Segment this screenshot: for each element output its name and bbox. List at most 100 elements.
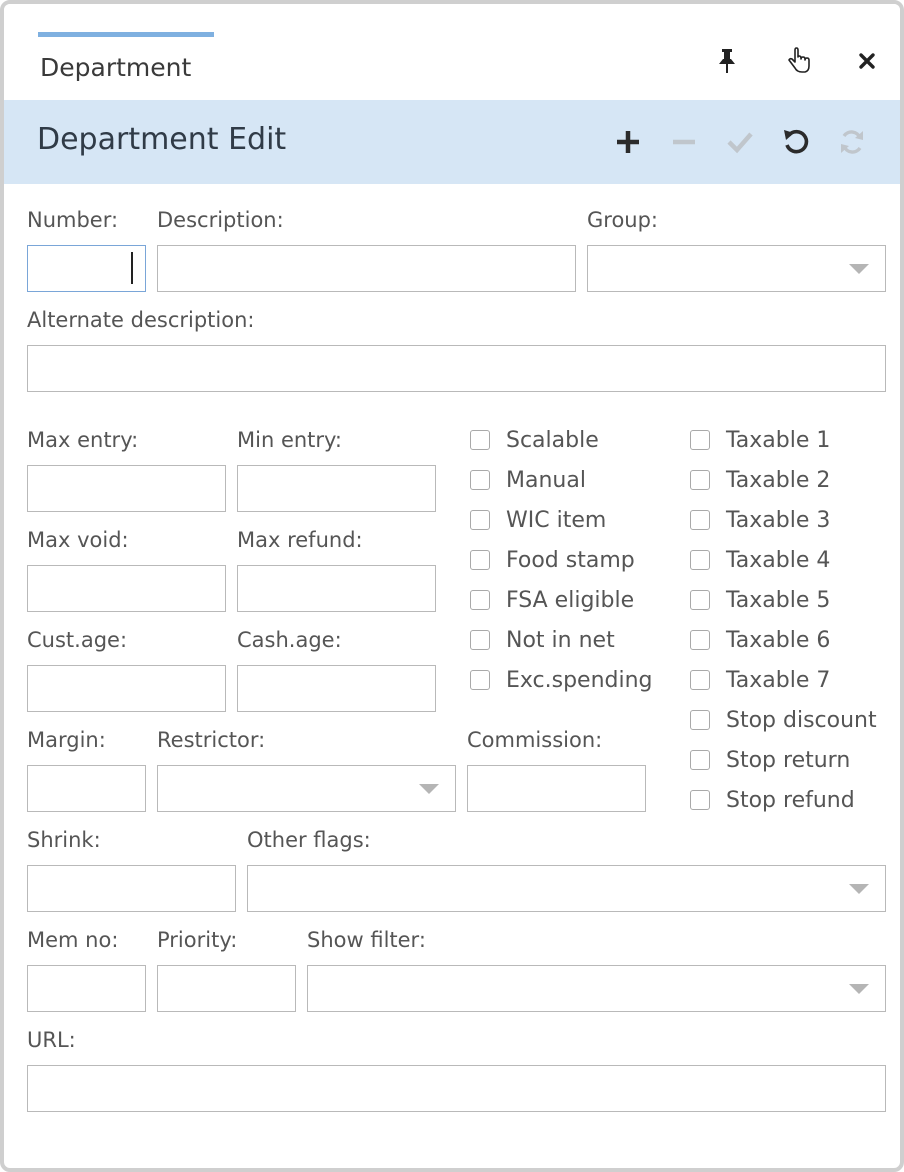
manual-checkbox[interactable]: Manual <box>470 465 586 495</box>
checkbox-box <box>470 590 490 610</box>
checkbox-box <box>690 630 710 650</box>
checkbox-label: FSA eligible <box>506 587 635 613</box>
toolbar-title: Department Edit <box>37 122 287 157</box>
other-flags-label: Other flags: <box>247 828 371 852</box>
shrink-label: Shrink: <box>27 828 101 852</box>
checkbox-box <box>690 470 710 490</box>
checkbox-box <box>690 590 710 610</box>
url-label: URL: <box>27 1028 76 1052</box>
description-label: Description: <box>157 208 284 232</box>
add-icon[interactable] <box>610 124 646 160</box>
checkbox-label: Taxable 1 <box>726 427 831 453</box>
margin-field[interactable] <box>27 765 146 812</box>
stop-discount-checkbox[interactable]: Stop discount <box>690 705 877 735</box>
checkbox-label: Taxable 4 <box>726 547 831 573</box>
shrink-field[interactable] <box>27 865 236 912</box>
group-label: Group: <box>587 208 659 232</box>
min-entry-label: Min entry: <box>237 428 343 452</box>
checkbox-box <box>690 430 710 450</box>
checkbox-label: Not in net <box>506 627 615 653</box>
priority-field[interactable] <box>157 965 296 1012</box>
restrictor-label: Restrictor: <box>157 728 266 752</box>
checkbox-label: Taxable 6 <box>726 627 831 653</box>
confirm-icon[interactable] <box>722 124 758 160</box>
alternate-description-field[interactable] <box>27 345 886 392</box>
text-caret <box>131 252 133 284</box>
checkbox-box <box>470 430 490 450</box>
alternate-description-label: Alternate description: <box>27 308 255 332</box>
taxable-5-checkbox[interactable]: Taxable 5 <box>690 585 830 615</box>
pin-icon[interactable] <box>712 46 742 76</box>
checkbox-label: Exc.spending <box>506 667 653 693</box>
checkbox-label: Taxable 7 <box>726 667 831 693</box>
exc-spending-checkbox[interactable]: Exc.spending <box>470 665 653 695</box>
checkbox-label: Taxable 2 <box>726 467 831 493</box>
checkbox-box <box>690 710 710 730</box>
margin-label: Margin: <box>27 728 106 752</box>
number-label: Number: <box>27 208 119 232</box>
food-stamp-checkbox[interactable]: Food stamp <box>470 545 635 575</box>
cash-age-field[interactable] <box>237 665 436 712</box>
taxable-3-checkbox[interactable]: Taxable 3 <box>690 505 830 535</box>
wic-item-checkbox[interactable]: WIC item <box>470 505 606 535</box>
tab-bar: Department <box>4 4 900 100</box>
stop-return-checkbox[interactable]: Stop return <box>690 745 850 775</box>
mem-no-field[interactable] <box>27 965 146 1012</box>
show-filter-select[interactable] <box>307 965 886 1012</box>
chevron-down-icon <box>849 984 869 994</box>
remove-icon[interactable] <box>666 124 702 160</box>
restrictor-select[interactable] <box>157 765 456 812</box>
max-void-field[interactable] <box>27 565 226 612</box>
checkbox-label: Stop return <box>726 747 851 773</box>
checkbox-box <box>690 750 710 770</box>
max-refund-label: Max refund: <box>237 528 363 552</box>
tab-label: Department <box>40 53 192 82</box>
edit-toolbar: Department Edit <box>4 100 900 184</box>
cash-age-label: Cash.age: <box>237 628 342 652</box>
checkbox-box <box>470 670 490 690</box>
max-entry-label: Max entry: <box>27 428 139 452</box>
max-void-label: Max void: <box>27 528 129 552</box>
fsa-eligible-checkbox[interactable]: FSA eligible <box>470 585 634 615</box>
checkbox-label: Scalable <box>506 427 599 453</box>
taxable-7-checkbox[interactable]: Taxable 7 <box>690 665 830 695</box>
max-refund-field[interactable] <box>237 565 436 612</box>
checkbox-label: Manual <box>506 467 586 493</box>
stop-refund-checkbox[interactable]: Stop refund <box>690 785 855 815</box>
pointer-icon[interactable] <box>784 46 814 76</box>
taxable-4-checkbox[interactable]: Taxable 4 <box>690 545 830 575</box>
chevron-down-icon <box>849 264 869 274</box>
show-filter-label: Show filter: <box>307 928 426 952</box>
scalable-checkbox[interactable]: Scalable <box>470 425 599 455</box>
taxable-6-checkbox[interactable]: Taxable 6 <box>690 625 830 655</box>
checkbox-box <box>470 630 490 650</box>
checkbox-box <box>470 470 490 490</box>
department-window: Department Department Edit Number: Descr… <box>0 0 904 1172</box>
tab-department[interactable]: Department <box>38 32 214 99</box>
other-flags-select[interactable] <box>247 865 886 912</box>
checkbox-box <box>470 550 490 570</box>
checkbox-box <box>470 510 490 530</box>
close-icon[interactable] <box>852 46 882 76</box>
min-entry-field[interactable] <box>237 465 436 512</box>
number-field[interactable] <box>27 245 146 292</box>
refresh-icon[interactable] <box>834 124 870 160</box>
commission-field[interactable] <box>467 765 646 812</box>
checkbox-box <box>690 670 710 690</box>
taxable-2-checkbox[interactable]: Taxable 2 <box>690 465 830 495</box>
max-entry-field[interactable] <box>27 465 226 512</box>
mem-no-label: Mem no: <box>27 928 119 952</box>
group-select[interactable] <box>587 245 886 292</box>
undo-icon[interactable] <box>778 124 814 160</box>
checkbox-label: Taxable 3 <box>726 507 831 533</box>
checkbox-label: Food stamp <box>506 547 635 573</box>
taxable-1-checkbox[interactable]: Taxable 1 <box>690 425 830 455</box>
chevron-down-icon <box>849 884 869 894</box>
description-field[interactable] <box>157 245 576 292</box>
not-in-net-checkbox[interactable]: Not in net <box>470 625 615 655</box>
url-field[interactable] <box>27 1065 886 1112</box>
checkbox-label: WIC item <box>506 507 607 533</box>
chevron-down-icon <box>419 784 439 794</box>
cust-age-field[interactable] <box>27 665 226 712</box>
checkbox-label: Taxable 5 <box>726 587 831 613</box>
